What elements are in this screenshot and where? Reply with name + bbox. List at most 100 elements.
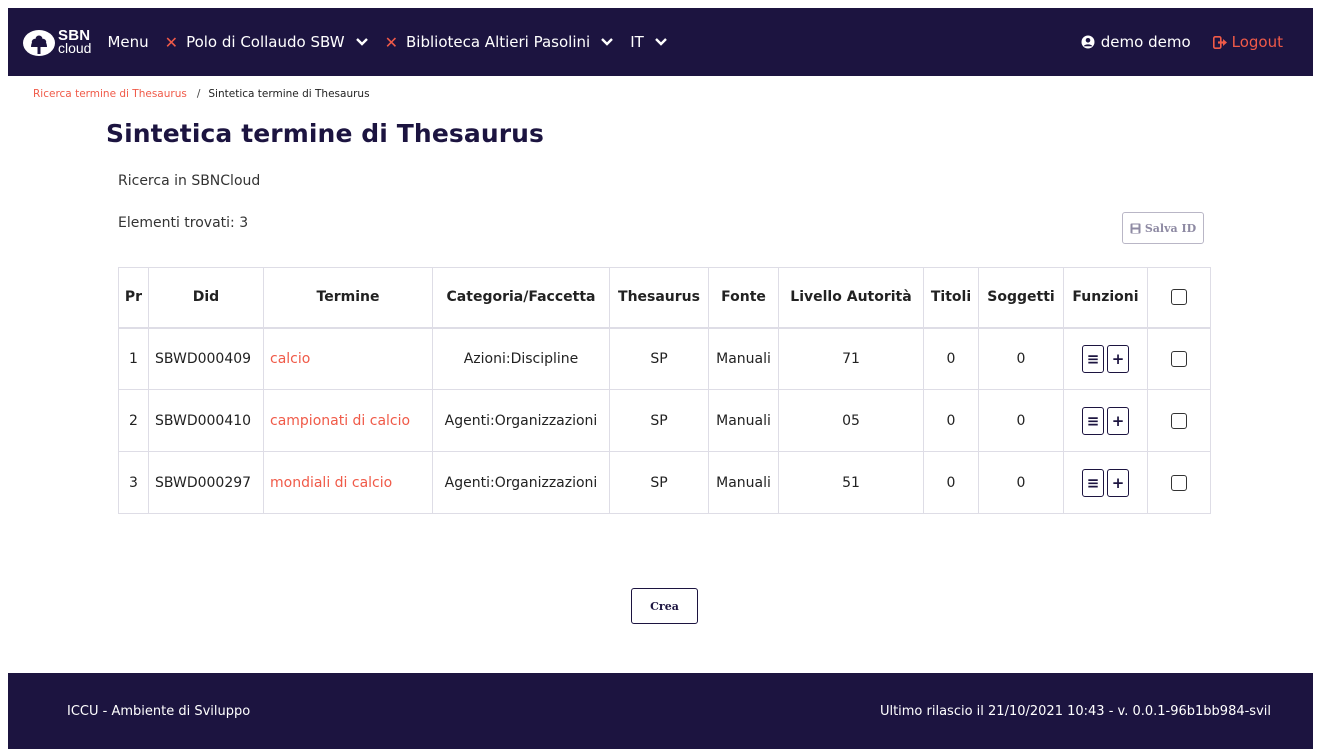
cell-did: SBWD000297 [148,451,264,514]
language-label: IT [630,33,644,51]
cell-did: SBWD000410 [148,389,264,452]
biblioteca-dropdown[interactable]: ✕ Biblioteca Altieri Pasolini [385,33,615,52]
cell-thesaurus: SP [609,451,709,514]
sbn-cloud-logo[interactable]: SBN cloud [22,27,91,57]
header-did: Did [148,267,264,328]
create-button[interactable]: Crea [631,588,698,624]
menu-label: Menu [107,33,149,51]
term-link[interactable]: mondiali di calcio [270,475,392,491]
results-count: Elementi trovati: 3 [118,215,249,231]
cell-fonte: Manuali [708,389,779,452]
plus-icon: + [1111,411,1125,430]
cell-funzioni: ≡ + [1063,327,1148,390]
header-livello: Livello Autorità [778,267,924,328]
plus-icon: + [1111,349,1125,368]
cell-soggetti: 0 [978,451,1064,514]
row-checkbox[interactable] [1171,350,1187,367]
footer-release-info: Ultimo rilascio il 21/10/2021 10:43 - v.… [879,704,1271,719]
table-row: 1 SBWD000409 calcio Azioni:Discipline SP… [118,327,1211,390]
cloud-logo-icon [23,30,55,56]
cell-titoli: 0 [923,389,979,452]
header-thesaurus: Thesaurus [609,267,709,328]
chevron-down-icon [355,38,368,46]
header-funzioni: Funzioni [1063,267,1148,328]
add-button[interactable]: + [1107,468,1129,497]
logo-text-cloud: cloud [58,40,92,56]
save-id-button[interactable]: Salva ID [1122,212,1204,244]
user-name: demo demo [1100,33,1191,51]
breadcrumb-link-ricerca[interactable]: Ricerca termine di Thesaurus [33,88,187,100]
breadcrumb: Ricerca termine di Thesaurus / Sintetica… [33,88,370,100]
list-icon: ≡ [1086,411,1100,430]
cell-fonte: Manuali [708,327,779,390]
cell-select [1147,327,1211,390]
header-termine: Termine [263,267,433,328]
cell-thesaurus: SP [609,327,709,390]
biblioteca-label: Biblioteca Altieri Pasolini [406,33,591,51]
breadcrumb-separator: / [196,88,201,100]
header-categoria: Categoria/Faccetta [432,267,610,328]
close-icon[interactable]: ✕ [165,33,178,52]
add-button[interactable]: + [1107,344,1129,373]
cell-soggetti: 0 [978,327,1064,390]
cell-did: SBWD000409 [148,327,264,390]
list-icon: ≡ [1086,349,1100,368]
row-checkbox[interactable] [1171,412,1187,429]
search-scope-label: Ricerca in SBNCloud [118,173,261,189]
logout-link[interactable]: Logout [1212,33,1283,51]
footer: ICCU - Ambiente di Sviluppo Ultimo rilas… [8,673,1313,749]
logout-icon [1212,35,1227,49]
term-link[interactable]: campionati di calcio [270,413,410,429]
details-list-button[interactable]: ≡ [1082,344,1104,373]
cell-thesaurus: SP [609,389,709,452]
header-select-all [1147,267,1211,328]
table-row: 2 SBWD000410 campionati di calcio Agenti… [118,389,1211,452]
header-fonte: Fonte [708,267,779,328]
top-navbar: SBN cloud Menu ✕ Polo di Collaudo SBW ✕ … [8,8,1313,76]
cell-select [1147,389,1211,452]
details-list-button[interactable]: ≡ [1082,406,1104,435]
chevron-down-icon [654,38,667,46]
cell-livello: 05 [778,389,924,452]
cell-categoria: Azioni:Discipline [432,327,610,390]
language-dropdown[interactable]: IT [630,33,668,51]
header-pr: Pr [118,267,149,328]
cell-categoria: Agenti:Organizzazioni [432,451,610,514]
polo-label: Polo di Collaudo SBW [186,33,345,51]
cell-soggetti: 0 [978,389,1064,452]
polo-dropdown[interactable]: ✕ Polo di Collaudo SBW [165,33,369,52]
select-all-checkbox[interactable] [1171,289,1187,306]
chevron-down-icon [601,38,614,46]
table-row: 3 SBWD000297 mondiali di calcio Agenti:O… [118,451,1211,514]
page-title: Sintetica termine di Thesaurus [106,119,545,148]
details-list-button[interactable]: ≡ [1082,468,1104,497]
results-table: Pr Did Termine Categoria/Faccetta Thesau… [118,267,1211,514]
user-menu[interactable]: demo demo [1081,33,1191,51]
cell-select [1147,451,1211,514]
cell-pr: 1 [118,327,149,390]
cell-fonte: Manuali [708,451,779,514]
menu-button[interactable]: Menu [107,33,148,51]
save-id-label: Salva ID [1144,221,1197,235]
logout-label: Logout [1231,33,1283,51]
header-titoli: Titoli [923,267,979,328]
cell-livello: 71 [778,327,924,390]
add-button[interactable]: + [1107,406,1129,435]
cell-funzioni: ≡ + [1063,451,1148,514]
cell-funzioni: ≡ + [1063,389,1148,452]
cell-titoli: 0 [923,451,979,514]
cell-titoli: 0 [923,327,979,390]
close-icon[interactable]: ✕ [385,33,398,52]
term-link[interactable]: calcio [270,351,310,367]
cell-pr: 2 [118,389,149,452]
plus-icon: + [1111,473,1125,492]
save-icon [1130,223,1141,233]
list-icon: ≡ [1086,473,1100,492]
header-soggetti: Soggetti [978,267,1064,328]
cell-livello: 51 [778,451,924,514]
row-checkbox[interactable] [1171,474,1187,491]
footer-environment: ICCU - Ambiente di Sviluppo [67,704,251,719]
breadcrumb-current: Sintetica termine di Thesaurus [208,88,370,100]
table-header-row: Pr Did Termine Categoria/Faccetta Thesau… [118,267,1211,328]
cell-pr: 3 [118,451,149,514]
